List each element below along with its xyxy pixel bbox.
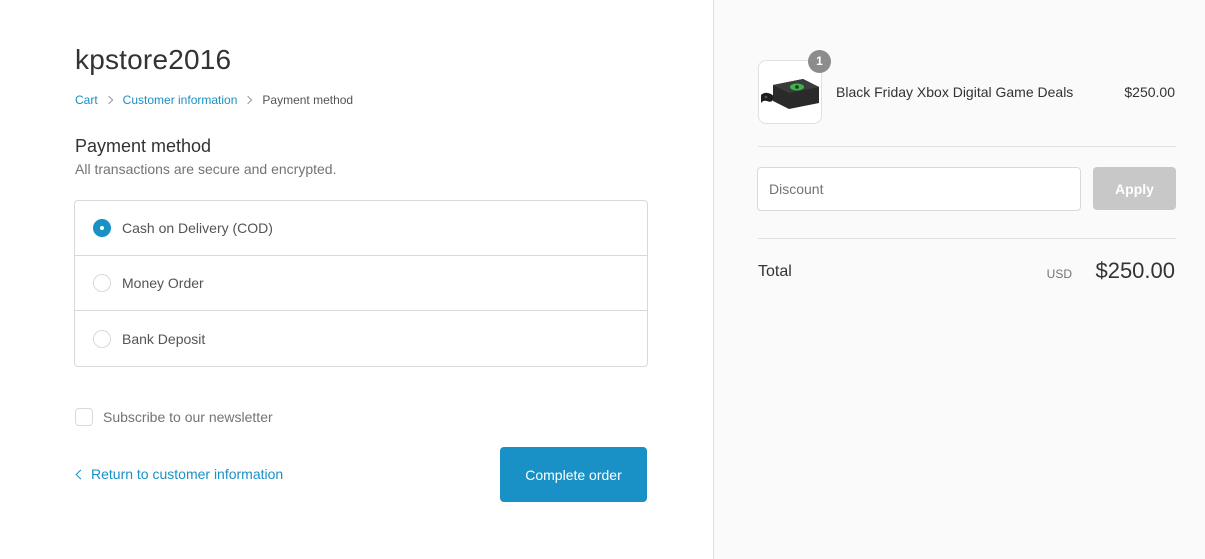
product-price: $250.00: [1124, 84, 1175, 100]
main-content: kpstore2016 Cart Customer information Pa…: [0, 0, 713, 559]
divider: [758, 238, 1176, 239]
payment-option-label: Bank Deposit: [122, 330, 206, 347]
total-amount: $250.00: [1095, 258, 1175, 283]
apply-discount-button[interactable]: Apply: [1093, 167, 1176, 210]
newsletter-checkbox[interactable]: [75, 408, 93, 426]
total-label: Total: [758, 263, 792, 280]
divider: [758, 146, 1176, 147]
chevron-right-icon: [244, 95, 253, 105]
radio-button-selected[interactable]: [93, 219, 111, 237]
quantity-badge: 1: [808, 50, 831, 73]
payment-option-bank-deposit[interactable]: Bank Deposit: [75, 311, 647, 366]
complete-order-button[interactable]: Complete order: [500, 447, 647, 502]
breadcrumb-cart-link[interactable]: Cart: [75, 93, 98, 107]
radio-button[interactable]: [93, 329, 111, 348]
section-subtitle: All transactions are secure and encrypte…: [75, 161, 337, 177]
payment-option-cod[interactable]: Cash on Delivery (COD): [75, 201, 647, 256]
product-name: Black Friday Xbox Digital Game Deals: [836, 84, 1074, 100]
chevron-left-icon: [75, 469, 86, 479]
payment-option-money-order[interactable]: Money Order: [75, 256, 647, 311]
breadcrumb-customer-information-link[interactable]: Customer information: [123, 93, 238, 107]
return-to-customer-information-link[interactable]: Return to customer information: [75, 466, 283, 482]
payment-option-label: Money Order: [122, 275, 204, 291]
newsletter-option[interactable]: Subscribe to our newsletter: [75, 408, 273, 426]
chevron-right-icon: [104, 95, 113, 105]
discount-input[interactable]: [757, 167, 1081, 211]
payment-option-label: Cash on Delivery (COD): [122, 220, 273, 236]
breadcrumb-current-step: Payment method: [262, 93, 354, 107]
newsletter-label: Subscribe to our newsletter: [103, 409, 273, 425]
store-title: kpstore2016: [75, 44, 232, 75]
order-summary: 1 Black Friday Xbox Digital Game Deals $…: [713, 0, 1205, 559]
section-title: Payment method: [75, 136, 212, 156]
payment-methods-list: Cash on Delivery (COD) Money Order Bank …: [74, 200, 648, 367]
total-currency: USD: [1046, 267, 1072, 281]
radio-button[interactable]: [93, 274, 111, 292]
breadcrumb: Cart Customer information Payment method: [75, 93, 353, 107]
return-link-label: Return to customer information: [91, 466, 284, 482]
